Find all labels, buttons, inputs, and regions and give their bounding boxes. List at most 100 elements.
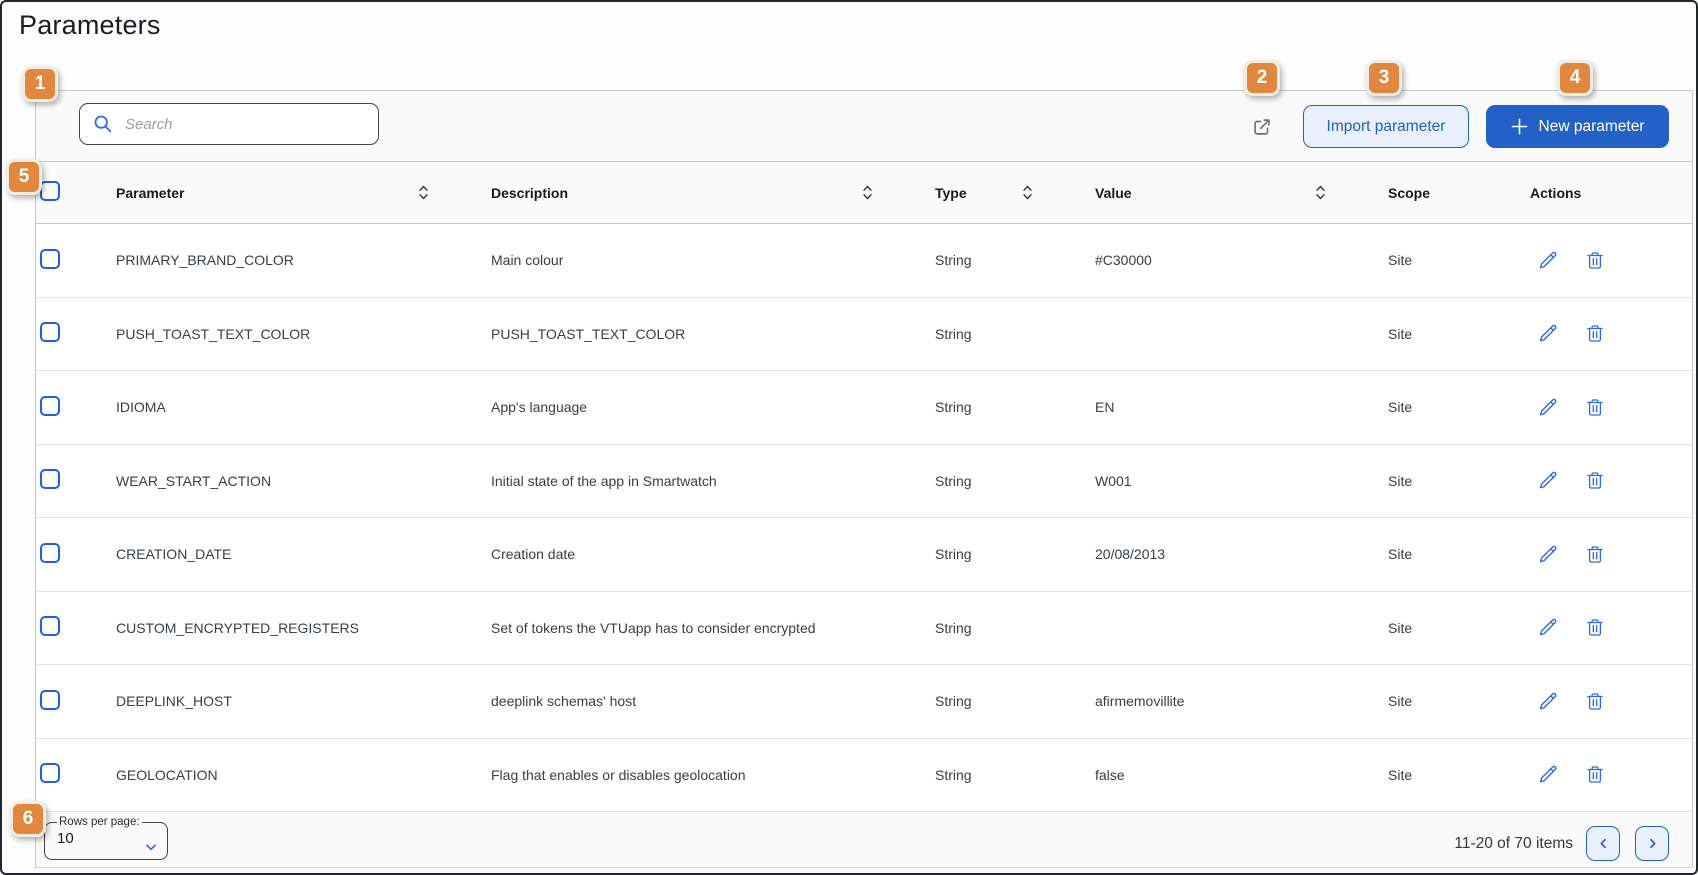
delete-parameter-button[interactable] bbox=[1585, 617, 1606, 638]
scope-cell: Site bbox=[1370, 326, 1512, 342]
toolbar-actions: Import parameter New parameter bbox=[1251, 105, 1669, 148]
edit-parameter-button[interactable] bbox=[1538, 544, 1559, 565]
parameter-cell: DEEPLINK_HOST bbox=[98, 693, 473, 709]
delete-parameter-button[interactable] bbox=[1585, 250, 1606, 271]
edit-parameter-button[interactable] bbox=[1538, 617, 1559, 638]
app-window: Parameters Import bbox=[0, 0, 1698, 875]
pencil-icon bbox=[1538, 764, 1559, 785]
column-header-actions: Actions bbox=[1512, 185, 1692, 201]
import-parameter-label: Import parameter bbox=[1327, 118, 1446, 136]
scope-cell: Site bbox=[1370, 693, 1512, 709]
parameter-cell: GEOLOCATION bbox=[98, 767, 473, 783]
row-checkbox[interactable] bbox=[40, 690, 60, 710]
description-cell: Initial state of the app in Smartwatch bbox=[473, 473, 917, 489]
pencil-icon bbox=[1538, 691, 1559, 712]
description-cell: Set of tokens the VTUapp has to consider… bbox=[473, 620, 917, 636]
trash-icon bbox=[1585, 470, 1605, 491]
sort-arrows-icon[interactable] bbox=[1022, 184, 1033, 201]
parameter-cell: PRIMARY_BRAND_COLOR bbox=[98, 252, 473, 268]
row-checkbox[interactable] bbox=[40, 396, 60, 416]
column-label: Actions bbox=[1530, 185, 1581, 201]
column-header-value[interactable]: Value bbox=[1077, 184, 1370, 201]
parameter-cell: PUSH_TOAST_TEXT_COLOR bbox=[98, 326, 473, 342]
edit-parameter-button[interactable] bbox=[1538, 470, 1559, 491]
parameters-panel: Import parameter New parameter Parameter bbox=[35, 90, 1693, 868]
value-cell: W001 bbox=[1077, 473, 1370, 489]
type-cell: String bbox=[917, 326, 1077, 342]
row-checkbox[interactable] bbox=[40, 322, 60, 342]
parameter-cell: WEAR_START_ACTION bbox=[98, 473, 473, 489]
parameter-cell: CREATION_DATE bbox=[98, 546, 473, 562]
edit-parameter-button[interactable] bbox=[1538, 764, 1559, 785]
pencil-icon bbox=[1538, 617, 1559, 638]
row-checkbox[interactable] bbox=[40, 543, 60, 563]
pencil-icon bbox=[1538, 250, 1559, 271]
previous-page-button[interactable] bbox=[1586, 826, 1620, 861]
edit-parameter-button[interactable] bbox=[1538, 323, 1559, 344]
scope-cell: Site bbox=[1370, 399, 1512, 415]
edit-parameter-button[interactable] bbox=[1538, 397, 1559, 418]
type-cell: String bbox=[917, 620, 1077, 636]
annotation-badge-4: 4 bbox=[1557, 60, 1593, 96]
parameter-cell: CUSTOM_ENCRYPTED_REGISTERS bbox=[98, 620, 473, 636]
column-header-description[interactable]: Description bbox=[473, 184, 917, 201]
pencil-icon bbox=[1538, 544, 1559, 565]
row-checkbox[interactable] bbox=[40, 763, 60, 783]
chevron-down-icon bbox=[144, 840, 158, 854]
type-cell: String bbox=[917, 693, 1077, 709]
table-row: PRIMARY_BRAND_COLOR Main colour String #… bbox=[36, 224, 1692, 298]
description-cell: PUSH_TOAST_TEXT_COLOR bbox=[473, 326, 917, 342]
row-checkbox[interactable] bbox=[40, 249, 60, 269]
plus-icon bbox=[1511, 118, 1528, 135]
column-label: Type bbox=[935, 185, 967, 201]
edit-parameter-button[interactable] bbox=[1538, 691, 1559, 712]
scope-cell: Site bbox=[1370, 620, 1512, 636]
search-box[interactable] bbox=[79, 103, 379, 145]
type-cell: String bbox=[917, 767, 1077, 783]
trash-icon bbox=[1585, 323, 1605, 344]
row-checkbox[interactable] bbox=[40, 469, 60, 489]
table-row: CUSTOM_ENCRYPTED_REGISTERS Set of tokens… bbox=[36, 592, 1692, 666]
parameter-cell: IDIOMA bbox=[98, 399, 473, 415]
scope-cell: Site bbox=[1370, 473, 1512, 489]
delete-parameter-button[interactable] bbox=[1585, 397, 1606, 418]
import-parameter-button[interactable]: Import parameter bbox=[1303, 105, 1469, 148]
search-input[interactable] bbox=[123, 115, 365, 134]
trash-icon bbox=[1585, 544, 1605, 565]
edit-parameter-button[interactable] bbox=[1538, 250, 1559, 271]
annotation-badge-3: 3 bbox=[1366, 60, 1402, 96]
header-checkbox-cell bbox=[36, 181, 98, 204]
rows-per-page-label: Rows per page: bbox=[57, 816, 142, 828]
table-row: WEAR_START_ACTION Initial state of the a… bbox=[36, 445, 1692, 519]
sort-arrows-icon[interactable] bbox=[418, 184, 429, 201]
pencil-icon bbox=[1538, 397, 1559, 418]
annotation-badge-5: 5 bbox=[6, 159, 42, 195]
table-toolbar: Import parameter New parameter bbox=[36, 91, 1692, 162]
row-checkbox[interactable] bbox=[40, 616, 60, 636]
export-button[interactable] bbox=[1251, 116, 1273, 138]
delete-parameter-button[interactable] bbox=[1585, 764, 1606, 785]
column-header-parameter[interactable]: Parameter bbox=[98, 184, 473, 201]
scope-cell: Site bbox=[1370, 546, 1512, 562]
table-row: IDIOMA App's language String EN Site bbox=[36, 371, 1692, 445]
type-cell: String bbox=[917, 473, 1077, 489]
description-cell: Creation date bbox=[473, 546, 917, 562]
scope-cell: Site bbox=[1370, 767, 1512, 783]
column-label: Scope bbox=[1388, 185, 1430, 201]
column-header-type[interactable]: Type bbox=[917, 184, 1077, 201]
annotation-badge-1: 1 bbox=[22, 66, 58, 102]
delete-parameter-button[interactable] bbox=[1585, 544, 1606, 565]
annotation-badge-6: 6 bbox=[10, 801, 46, 837]
trash-icon bbox=[1585, 617, 1605, 638]
annotation-badge-2: 2 bbox=[1244, 60, 1280, 96]
column-label: Value bbox=[1095, 185, 1132, 201]
delete-parameter-button[interactable] bbox=[1585, 323, 1606, 344]
next-page-button[interactable] bbox=[1635, 826, 1669, 861]
rows-per-page-select[interactable]: Rows per page: 10 bbox=[44, 816, 168, 860]
delete-parameter-button[interactable] bbox=[1585, 470, 1606, 491]
delete-parameter-button[interactable] bbox=[1585, 691, 1606, 712]
sort-arrows-icon[interactable] bbox=[862, 184, 873, 201]
new-parameter-button[interactable]: New parameter bbox=[1486, 105, 1669, 148]
sort-arrows-icon[interactable] bbox=[1315, 184, 1326, 201]
select-all-checkbox[interactable] bbox=[40, 181, 60, 201]
